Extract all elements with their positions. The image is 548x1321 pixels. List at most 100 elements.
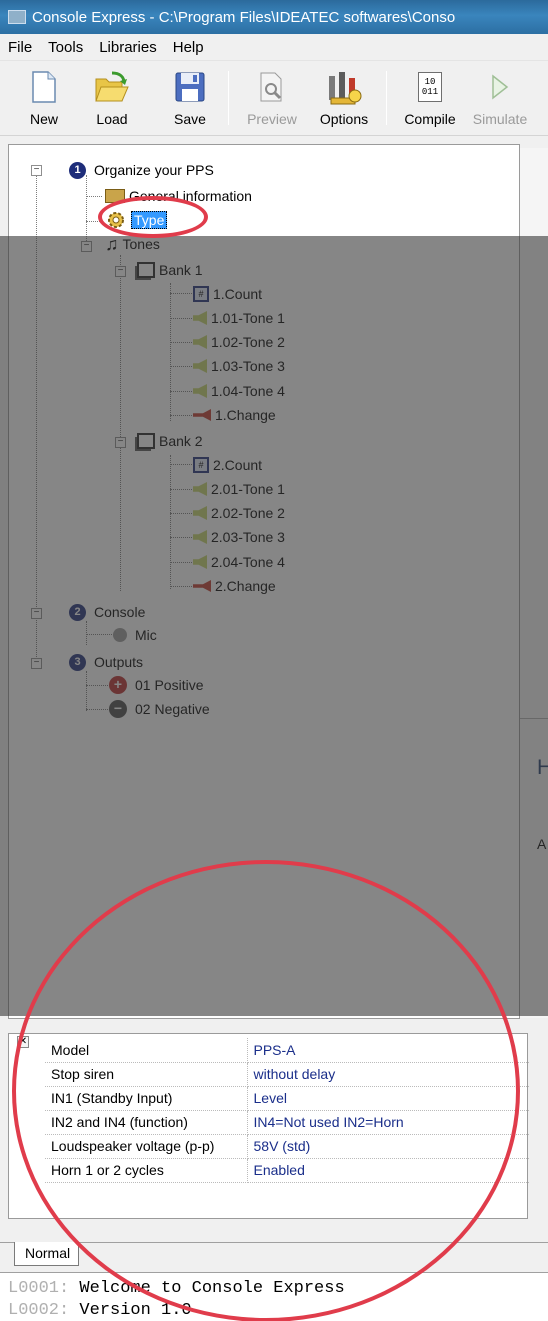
save-button[interactable]: Save: [160, 67, 220, 127]
tree-node-bank1-tone3[interactable]: 1.03-Tone 3: [193, 355, 285, 377]
table-row[interactable]: Horn 1 or 2 cycles Enabled: [45, 1158, 529, 1183]
tree-node-bank2-count[interactable]: # 2.Count: [193, 454, 262, 476]
horn-icon: [193, 580, 211, 592]
property-value[interactable]: 58V (std): [247, 1134, 529, 1159]
negative-label: 02 Negative: [135, 701, 210, 717]
details-heading: H: [537, 756, 548, 779]
bank1-item-label: 1.Change: [215, 407, 276, 423]
music-note-icon: ♫: [105, 233, 119, 254]
tree-node-bank-1[interactable]: Bank 1: [137, 259, 203, 281]
bank1-item-label: 1.01-Tone 1: [211, 310, 285, 326]
menu-file[interactable]: File: [0, 39, 40, 56]
save-label: Save: [174, 111, 206, 127]
collapse-organize-icon[interactable]: −: [31, 165, 42, 176]
preview-button[interactable]: Preview: [242, 67, 302, 127]
tree-node-bank2-tone4[interactable]: 2.04-Tone 4: [193, 551, 285, 573]
property-name: IN2 and IN4 (function): [45, 1110, 248, 1135]
collapse-tones-icon[interactable]: −: [81, 241, 92, 252]
window-title: Console Express - C:\Program Files\IDEAT…: [32, 8, 456, 26]
load-button[interactable]: Load: [82, 67, 142, 127]
tree-node-tones[interactable]: ♫ Tones: [105, 233, 160, 255]
speaker-icon: [193, 506, 207, 520]
tree-node-bank2-tone2[interactable]: 2.02-Tone 2: [193, 502, 285, 524]
collapse-outputs-icon[interactable]: −: [31, 658, 42, 669]
properties-panel: ✕ Model PPS-A Stop siren without delay IN1…: [8, 1033, 529, 1219]
bank-stack-icon: [137, 262, 155, 278]
bank2-item-label: 2.Count: [213, 457, 263, 473]
table-row[interactable]: Model PPS-A: [45, 1038, 529, 1063]
compile-label: Compile: [404, 111, 456, 127]
binary-file-icon: 10 011: [418, 72, 442, 102]
console-label: Console: [94, 604, 146, 620]
step-number-badge: 2: [69, 603, 86, 621]
menu-help[interactable]: Help: [165, 39, 212, 56]
menu-libraries[interactable]: Libraries: [91, 39, 165, 56]
new-button[interactable]: New: [14, 67, 74, 127]
property-value[interactable]: PPS-A: [247, 1038, 529, 1063]
bank2-item-label: 2.02-Tone 2: [211, 505, 285, 521]
tree-node-bank1-count[interactable]: # 1.Count: [193, 283, 262, 305]
property-value[interactable]: without delay: [247, 1062, 529, 1087]
table-row[interactable]: IN1 (Standby Input) Level: [45, 1086, 529, 1111]
tree-node-bank1-tone1[interactable]: 1.01-Tone 1: [193, 307, 285, 329]
collapse-console-icon[interactable]: −: [31, 608, 42, 619]
speaker-icon: [193, 359, 207, 373]
tree-node-bank2-tone3[interactable]: 2.03-Tone 3: [193, 526, 285, 548]
new-label: New: [29, 111, 58, 127]
speaker-icon: [193, 530, 207, 544]
tree-node-negative[interactable]: − 02 Negative: [109, 698, 210, 720]
load-label: Load: [96, 111, 128, 127]
property-value[interactable]: Enabled: [247, 1158, 529, 1183]
console-line: L0001: Welcome to Console Express: [8, 1279, 345, 1298]
collapse-bank2-icon[interactable]: −: [115, 437, 126, 448]
table-row[interactable]: Stop siren without delay: [45, 1062, 529, 1087]
options-label: Options: [319, 111, 369, 127]
line-number: L0002:: [8, 1301, 70, 1320]
title-bar[interactable]: Console Express - C:\Program Files\IDEAT…: [0, 0, 548, 34]
table-row[interactable]: IN2 and IN4 (function) IN4=Not used IN2=H…: [45, 1110, 529, 1135]
line-text: Welcome to Console Express: [69, 1279, 345, 1298]
property-name: Loudspeaker voltage (p-p): [45, 1134, 248, 1159]
tree-node-mic[interactable]: Mic: [113, 624, 157, 646]
tree-node-bank2-tone1[interactable]: 2.01-Tone 1: [193, 478, 285, 500]
properties-table: Model PPS-A Stop siren without delay IN1 (…: [45, 1038, 529, 1183]
tree-node-general-information[interactable]: General information: [105, 185, 252, 207]
options-button[interactable]: Options: [314, 67, 374, 127]
simulate-label: Simulate: [472, 111, 528, 127]
tree-node-organize[interactable]: 1 Organize your PPS: [69, 159, 214, 181]
tree-node-bank1-tone4[interactable]: 1.04-Tone 4: [193, 380, 285, 402]
tree-node-bank-2[interactable]: Bank 2: [137, 430, 203, 452]
counter-icon: #: [193, 457, 209, 473]
tree-node-console[interactable]: 2 Console: [69, 601, 145, 623]
bank1-label: Bank 1: [159, 262, 203, 278]
compile-button[interactable]: 10 011 Compile: [400, 67, 460, 127]
bank2-item-label: 2.01-Tone 1: [211, 481, 285, 497]
bank-stack-icon: [137, 433, 155, 449]
type-label: Type: [131, 211, 168, 229]
console-output[interactable]: L0001: Welcome to Console Express L0002:…: [0, 1272, 548, 1321]
tree-node-bank2-change[interactable]: 2.Change: [193, 575, 276, 597]
property-value[interactable]: Level: [247, 1086, 529, 1111]
tree-node-bank1-change[interactable]: 1.Change: [193, 404, 276, 426]
tab-normal[interactable]: Normal: [14, 1242, 80, 1266]
new-file-icon: [32, 71, 56, 103]
tree-node-outputs[interactable]: 3 Outputs: [69, 651, 143, 673]
menu-tools[interactable]: Tools: [40, 39, 91, 56]
tree-node-positive[interactable]: + 01 Positive: [109, 674, 203, 696]
speaker-icon: [193, 311, 207, 325]
organize-label: Organize your PPS: [94, 162, 214, 178]
tree-node-type[interactable]: Type: [105, 209, 168, 231]
bank2-item-label: 2.03-Tone 3: [211, 529, 285, 545]
plus-circle-icon: +: [109, 676, 127, 694]
table-row[interactable]: Loudspeaker voltage (p-p) 58V (std): [45, 1134, 529, 1159]
bank2-item-label: 2.04-Tone 4: [211, 554, 285, 570]
collapse-bank1-icon[interactable]: −: [115, 266, 126, 277]
close-icon[interactable]: ✕: [17, 1036, 29, 1048]
property-value[interactable]: IN4=Not used IN2=Horn: [247, 1110, 529, 1135]
tree-panel[interactable]: − 1 Organize your PPS General informatio…: [8, 144, 520, 1019]
tree-node-bank1-tone2[interactable]: 1.02-Tone 2: [193, 331, 285, 353]
simulate-button[interactable]: Simulate: [470, 67, 530, 127]
positive-label: 01 Positive: [135, 677, 204, 693]
bank1-item-label: 1.02-Tone 2: [211, 334, 285, 350]
step-number-badge: 1: [69, 161, 86, 179]
